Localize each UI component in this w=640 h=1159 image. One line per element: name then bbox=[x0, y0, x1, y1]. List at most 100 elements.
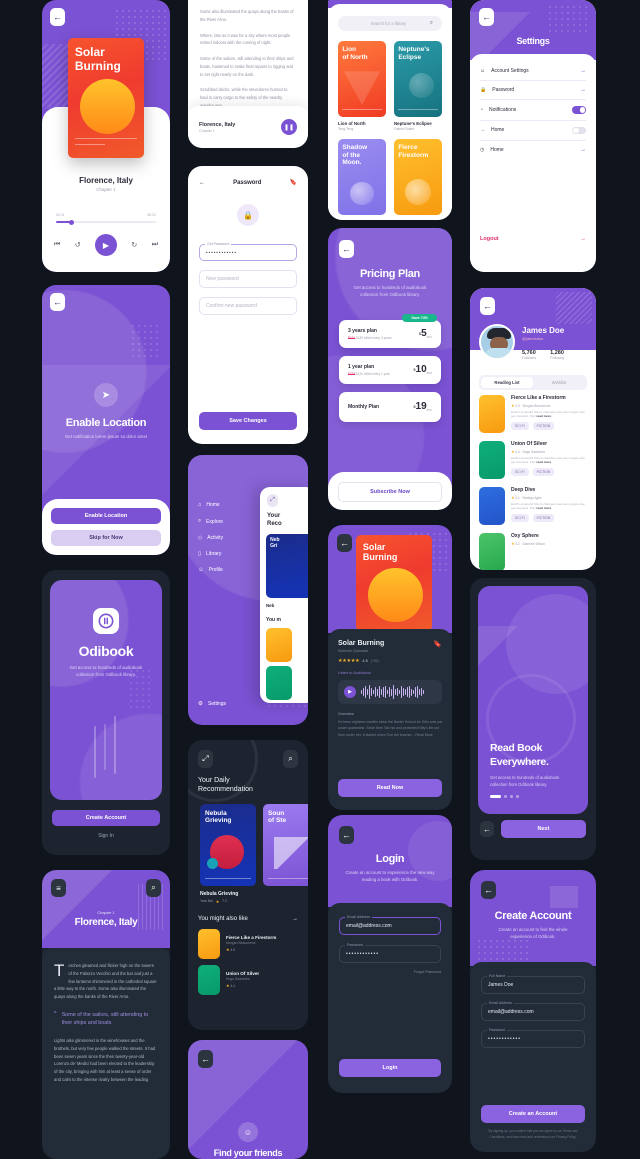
settings-item-home[interactable]: ◷ Home → bbox=[470, 141, 596, 159]
arrow-right-icon[interactable]: → bbox=[580, 87, 586, 93]
progress-area[interactable]: 00:11 08:31 bbox=[56, 213, 156, 225]
password-field[interactable]: Password •••••••••••• bbox=[339, 943, 441, 963]
settings-item-notifications[interactable]: ◔ Notifications bbox=[470, 100, 596, 120]
audio-player[interactable]: ▶ bbox=[338, 680, 442, 704]
forgot-password-link[interactable]: Forgot Password bbox=[339, 970, 441, 974]
notifications-toggle[interactable] bbox=[572, 106, 586, 114]
read-more-link[interactable]: read more bbox=[536, 460, 551, 464]
plan-card[interactable]: Monthly Plan $ 19 /mo bbox=[339, 392, 441, 422]
book-cover[interactable]: Shadow of the Moon. bbox=[338, 139, 386, 215]
create-account-button[interactable]: Create Account bbox=[52, 810, 160, 826]
profile-tabs[interactable]: Reading List Wishlist bbox=[479, 375, 587, 390]
bookmark-icon[interactable]: 🔖 bbox=[433, 640, 442, 648]
profile-book-item[interactable]: Fierce Like a Firestorm ★ 4.9 · Morgan B… bbox=[479, 395, 587, 433]
book-cover[interactable] bbox=[479, 487, 505, 525]
library-book[interactable]: Neptune's Eclipse Neptune's Eclipse Gabri… bbox=[394, 41, 442, 131]
text-settings-icon[interactable]: ≡ bbox=[51, 879, 66, 897]
featured-carousel[interactable]: Nebula Grieving Nebula Grieving Yara Bal … bbox=[188, 795, 308, 904]
book-cover[interactable]: Lion of North bbox=[338, 41, 386, 117]
menu-item-activity[interactable]: ◇ Activity bbox=[198, 530, 264, 546]
book-cover[interactable] bbox=[479, 395, 505, 433]
home-toggle[interactable] bbox=[572, 126, 586, 134]
play-icon[interactable]: ▶ bbox=[344, 686, 356, 698]
login-button[interactable]: Login bbox=[339, 1059, 441, 1077]
avatar[interactable] bbox=[479, 324, 515, 360]
back-button[interactable]: ← bbox=[50, 8, 65, 26]
profile-book-item[interactable]: Oxy Sphere ★ 4.2 · Jasmine Wilson bbox=[479, 533, 587, 570]
arrow-right-icon[interactable]: → bbox=[580, 236, 586, 242]
read-more-link[interactable]: read more bbox=[536, 506, 551, 510]
logout-row[interactable]: Logout → bbox=[470, 230, 596, 248]
expand-icon[interactable]: ⤢ bbox=[267, 494, 278, 507]
book-cover[interactable] bbox=[479, 533, 505, 570]
transport-controls[interactable]: ⏮ ↺ ▶ ↻ ⏭ bbox=[54, 234, 158, 256]
menu-item-home[interactable]: ⌂ Home bbox=[198, 497, 264, 513]
book-cover[interactable]: Nebula Grieving bbox=[200, 803, 256, 886]
arrow-right-icon[interactable]: → bbox=[580, 68, 586, 74]
menu-item-library[interactable]: ▯ Library bbox=[198, 546, 264, 562]
save-changes-button[interactable]: Save Changes bbox=[199, 412, 297, 430]
back-button[interactable]: ← bbox=[480, 297, 495, 315]
next-icon[interactable]: ⏭ bbox=[152, 241, 158, 249]
enable-location-button[interactable]: Enable Location bbox=[51, 508, 161, 524]
library-book[interactable]: Lion of North Lion of North Teng Teng bbox=[338, 41, 386, 131]
profile-book-item[interactable]: Deep Dive ★ 4.1 · Rodrigo Agile Earth's … bbox=[479, 487, 587, 525]
back-button[interactable]: ← bbox=[479, 8, 494, 26]
peek-list-cover[interactable] bbox=[266, 628, 292, 662]
back-button[interactable]: ← bbox=[339, 826, 354, 844]
arrow-right-icon[interactable]: → bbox=[292, 916, 298, 922]
menu-item-explore[interactable]: ⌕ Explore bbox=[198, 513, 264, 530]
progress-track[interactable] bbox=[56, 219, 156, 225]
subscribe-button[interactable]: Subscribe Now bbox=[338, 482, 442, 502]
old-password-field[interactable]: Old Password •••••••••••• bbox=[199, 242, 297, 261]
read-more-link[interactable]: read more bbox=[536, 414, 551, 418]
back-button[interactable]: ← bbox=[480, 821, 494, 837]
back-button[interactable]: ← bbox=[339, 240, 354, 258]
skip-button[interactable]: Skip for Now bbox=[51, 530, 161, 546]
password-field[interactable]: Password •••••••••••• bbox=[481, 1028, 585, 1048]
search-input[interactable]: Search for a library ⌕ bbox=[338, 16, 442, 31]
back-button[interactable]: ← bbox=[481, 881, 496, 899]
create-account-button[interactable]: Create an Account bbox=[481, 1105, 585, 1124]
plan-card[interactable]: 1 year plan $228 $120 billed every 1 yea… bbox=[339, 356, 441, 384]
peek-cover[interactable]: Neb Gri bbox=[266, 534, 308, 598]
previous-icon[interactable]: ⏮ bbox=[54, 241, 60, 249]
play-icon[interactable]: ▶ bbox=[95, 234, 117, 256]
book-cover[interactable] bbox=[479, 441, 505, 479]
book-cover[interactable]: Neptune's Eclipse bbox=[394, 41, 442, 117]
arrow-right-icon[interactable]: → bbox=[580, 147, 586, 153]
pause-icon[interactable]: ❚❚ bbox=[281, 119, 297, 135]
back-button[interactable]: ← bbox=[50, 293, 65, 311]
search-icon[interactable]: ⌕ bbox=[283, 750, 298, 768]
featured-card[interactable]: Nebula Grieving Nebula Grieving Yara Bal … bbox=[200, 803, 256, 904]
tab-reading-list[interactable]: Reading List bbox=[481, 377, 533, 388]
password-fields[interactable]: Old Password •••••••••••• New password C… bbox=[188, 226, 308, 315]
search-icon[interactable]: ⌕ bbox=[430, 20, 433, 27]
fullname-field[interactable]: Full Name James Doe bbox=[481, 974, 585, 994]
book-cover[interactable]: Fierce Firestorm bbox=[394, 139, 442, 215]
library-book[interactable]: Fierce Firestorm bbox=[394, 139, 442, 215]
forward-15-icon[interactable]: ↻ bbox=[131, 241, 137, 249]
list-item[interactable]: Fierce Like a Firestorm Morgan Beauchene… bbox=[188, 922, 308, 959]
peek-list-cover[interactable] bbox=[266, 666, 292, 700]
sign-in-link[interactable]: Sign In bbox=[52, 833, 160, 839]
list-item[interactable]: Union Of Silver Hugo Saavedra ★ 4.4 bbox=[188, 959, 308, 995]
settings-item-password[interactable]: 🔒 Password → bbox=[470, 81, 596, 99]
menu-item-settings[interactable]: ⚙ Settings bbox=[198, 701, 226, 707]
plan-list[interactable]: Save 74% 3 years plan $164 $180 billed e… bbox=[339, 314, 441, 422]
back-button[interactable]: ← bbox=[198, 1050, 213, 1068]
email-field[interactable]: Email Address email@address.com bbox=[481, 1001, 585, 1021]
menu-items[interactable]: ⌂ Home ⌕ Explore ◇ Activity ▯ Library ☺ … bbox=[198, 497, 264, 578]
read-now-button[interactable]: Read Now bbox=[338, 779, 442, 797]
progress-thumb[interactable] bbox=[69, 219, 74, 225]
confirm-password-field[interactable]: Confirm new password bbox=[199, 297, 297, 315]
rewind-15-icon[interactable]: ↺ bbox=[75, 241, 81, 249]
library-book[interactable]: Shadow of the Moon. bbox=[338, 139, 386, 215]
email-field[interactable]: Email Address email@address.com bbox=[339, 915, 441, 935]
new-password-field[interactable]: New password bbox=[199, 270, 297, 288]
tab-wishlist[interactable]: Wishlist bbox=[533, 377, 585, 388]
back-button[interactable]: ← bbox=[337, 534, 352, 552]
peek-home-screen[interactable]: ⤢ Your Reco Neb Gri Neb You m bbox=[260, 487, 308, 703]
book-cover[interactable]: Solar Burning bbox=[356, 535, 432, 631]
search-icon[interactable]: ⌕ bbox=[146, 879, 161, 897]
